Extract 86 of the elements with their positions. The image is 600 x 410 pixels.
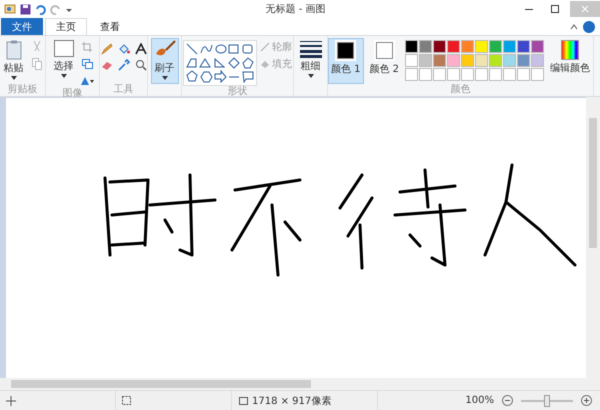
paint-app-icon xyxy=(4,3,16,15)
zoom-in-button[interactable] xyxy=(579,394,594,408)
palette-color[interactable] xyxy=(475,54,488,67)
text-tool-icon xyxy=(134,43,146,55)
redo-icon xyxy=(50,4,61,14)
color-slot-button[interactable]: 颜色 1 xyxy=(328,38,364,84)
magnifier-icon xyxy=(134,59,146,71)
caret-down-icon xyxy=(308,74,314,78)
rotate-icon xyxy=(80,76,94,86)
pipette-icon xyxy=(118,59,130,71)
drawing-canvas[interactable] xyxy=(6,98,586,378)
resize-button[interactable] xyxy=(80,57,94,71)
paste-button[interactable]: 粘贴 xyxy=(0,38,26,84)
color-picker-button[interactable] xyxy=(116,58,131,72)
plus-icon xyxy=(581,395,592,406)
magnifier-button[interactable] xyxy=(133,58,148,72)
size-button[interactable]: 粗细 xyxy=(296,38,324,84)
palette-color[interactable] xyxy=(419,54,432,67)
palette-color[interactable] xyxy=(447,40,460,53)
palette-color[interactable] xyxy=(489,54,502,67)
palette-color[interactable] xyxy=(475,40,488,53)
palette-color[interactable] xyxy=(531,54,544,67)
maximize-icon xyxy=(551,5,559,13)
selection-size-icon xyxy=(122,396,132,406)
palette-color[interactable] xyxy=(489,40,502,53)
edit-colors-button[interactable]: 编辑颜色 xyxy=(547,38,594,84)
copy-button[interactable] xyxy=(30,57,44,71)
group-label: 工具 xyxy=(112,84,134,96)
clipboard-icon xyxy=(6,40,22,60)
palette-color[interactable] xyxy=(433,54,446,67)
palette-color[interactable] xyxy=(405,54,418,67)
palette-color[interactable] xyxy=(461,54,474,67)
shapes-drawing xyxy=(186,43,254,83)
zoom-level: 100% xyxy=(465,395,494,406)
paint-bucket-icon xyxy=(118,43,130,55)
palette-color[interactable] xyxy=(447,54,460,67)
close-icon xyxy=(581,5,589,13)
crop-button[interactable] xyxy=(80,40,94,54)
palette-color[interactable] xyxy=(517,40,530,53)
palette-color[interactable] xyxy=(461,40,474,53)
pencil-icon xyxy=(100,43,112,55)
eraser-icon xyxy=(100,59,112,71)
group-label: 图像 xyxy=(62,88,84,100)
minus-icon xyxy=(502,395,513,406)
file-menu-button[interactable]: 文件 xyxy=(1,18,43,35)
copy-icon xyxy=(32,58,42,70)
brush-button[interactable]: 刷子 xyxy=(150,38,178,84)
group-label: 颜色 xyxy=(450,84,472,96)
outline-icon xyxy=(260,42,270,52)
palette-color[interactable] xyxy=(503,54,516,67)
group-label: 形状 xyxy=(226,86,248,98)
resize-icon xyxy=(82,59,92,69)
horizontal-scrollbar[interactable] xyxy=(0,378,600,390)
color-slot-button[interactable]: 颜色 2 xyxy=(366,38,402,84)
caret-up-icon xyxy=(570,24,578,30)
text-tool-button[interactable] xyxy=(133,42,148,56)
vertical-scrollbar[interactable] xyxy=(586,97,600,378)
image-dimensions: 1718 × 917像素 xyxy=(252,394,332,408)
caret-down-icon xyxy=(10,76,16,80)
palette-color[interactable] xyxy=(531,40,544,53)
shapes-gallery[interactable] xyxy=(183,40,257,86)
zoom-out-button[interactable] xyxy=(500,394,515,408)
palette-color[interactable] xyxy=(433,40,446,53)
ribbon-tab[interactable]: 主页 xyxy=(45,18,87,35)
palette-color[interactable] xyxy=(517,54,530,67)
group-label: 剪贴板 xyxy=(6,84,38,96)
color-spectrum-icon xyxy=(561,40,580,60)
cursor-position-icon xyxy=(6,396,16,406)
caret-down-icon xyxy=(60,74,66,78)
palette-color[interactable] xyxy=(503,40,516,53)
window-title: 无标题 - 画图 xyxy=(264,2,326,16)
fill-icon xyxy=(260,59,270,69)
zoom-slider-thumb[interactable] xyxy=(544,394,550,406)
undo-icon xyxy=(35,4,46,14)
canvas-size-icon xyxy=(238,396,248,406)
save-icon xyxy=(20,4,31,14)
caret-down-icon xyxy=(162,76,168,80)
pencil-button[interactable] xyxy=(99,42,114,56)
crop-icon xyxy=(82,42,92,52)
line-width-icon xyxy=(300,40,322,58)
select-button[interactable]: 选择 xyxy=(50,38,76,84)
palette-color[interactable] xyxy=(419,40,432,53)
scissors-icon xyxy=(32,41,42,53)
selection-rectangle-icon xyxy=(54,40,74,58)
help-button[interactable] xyxy=(581,20,596,34)
palette-color[interactable] xyxy=(405,40,418,53)
